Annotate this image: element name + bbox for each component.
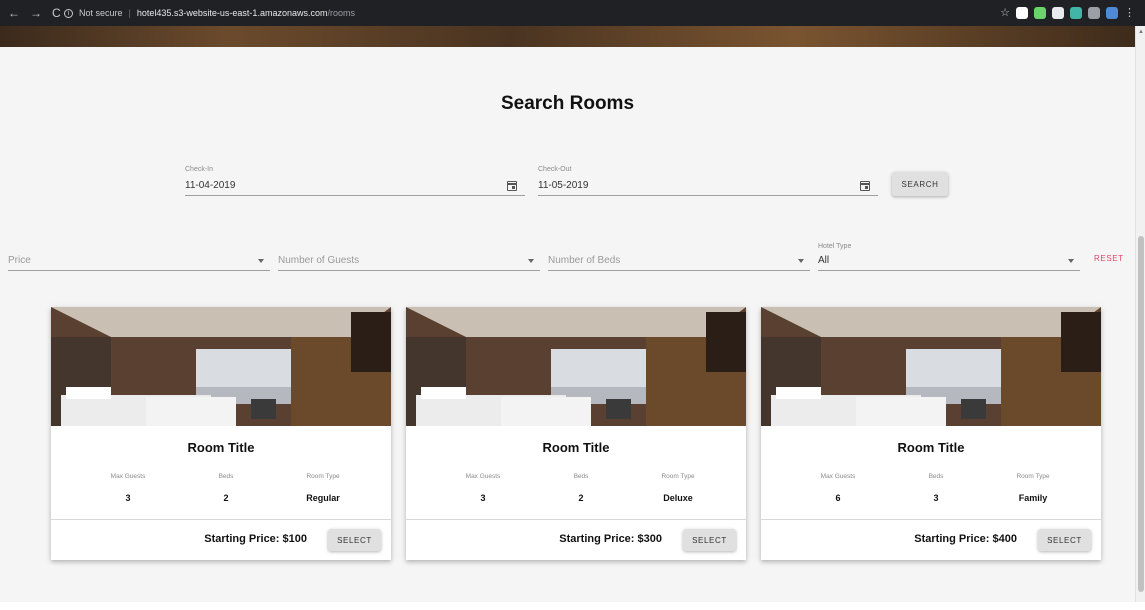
hero-image-strip — [0, 26, 1135, 47]
page-title: Search Rooms — [500, 93, 635, 114]
scroll-up-icon[interactable]: ▲ — [1138, 29, 1144, 35]
room-card: Room Title Max Guests 3 Beds 2 Room Type… — [51, 307, 391, 560]
max-guests-column: Max Guests 3 — [433, 473, 533, 503]
bookmark-star-icon[interactable]: ☆ — [1000, 6, 1010, 19]
hotel-type-label: Hotel Type — [818, 243, 852, 250]
beds-value: 3 — [933, 493, 939, 503]
max-guests-column: Max Guests 6 — [788, 473, 888, 503]
guests-placeholder: Number of Guests — [278, 255, 360, 266]
max-guests-value: 3 — [480, 493, 486, 503]
calendar-icon[interactable] — [507, 181, 517, 191]
select-room-button[interactable]: SELECT — [1038, 529, 1091, 551]
address-separator: | — [128, 8, 131, 18]
extensions-tray: ☆ ⋮ — [1000, 6, 1135, 19]
dropdown-caret-icon — [798, 259, 804, 263]
guests-select[interactable]: Number of Guests — [278, 243, 540, 271]
beds-label: Beds — [218, 473, 234, 480]
room-photo-graphic — [51, 307, 391, 426]
room-card: Room Title Max Guests 6 Beds 3 Room Type… — [761, 307, 1101, 560]
beds-select[interactable]: Number of Beds — [548, 243, 810, 271]
hotel-type-value: All — [818, 255, 830, 266]
room-photo — [406, 307, 746, 426]
search-button[interactable]: SEARCH — [892, 172, 948, 196]
room-type-label: Room Type — [1016, 473, 1050, 480]
url-path: /rooms — [327, 8, 355, 18]
beds-column: Beds 2 — [176, 473, 276, 503]
browser-nav: ← → C — [0, 6, 64, 20]
reset-button[interactable]: RESET — [1094, 254, 1124, 263]
rooms-page: Search Rooms Check-In 11-04-2019 Check-O… — [0, 47, 1135, 602]
room-photo — [761, 307, 1101, 426]
select-room-button[interactable]: SELECT — [328, 529, 381, 551]
room-type-value: Regular — [306, 493, 340, 503]
calendar-icon[interactable] — [860, 181, 870, 191]
room-type-label: Room Type — [306, 473, 340, 480]
starting-price: Starting Price: $300 — [559, 533, 662, 545]
extension-icon[interactable] — [1106, 6, 1118, 19]
extension-icon[interactable] — [1088, 6, 1100, 19]
check-out-field[interactable]: Check-Out 11-05-2019 — [538, 166, 878, 196]
room-type-value: Deluxe — [663, 493, 693, 503]
max-guests-value: 6 — [835, 493, 841, 503]
room-photo-graphic — [761, 307, 1101, 426]
url-host: hotel435.s3-website-us-east-1.amazonaws.… — [136, 8, 328, 18]
beds-placeholder: Number of Beds — [548, 255, 621, 266]
room-type-column: Room Type Regular — [273, 473, 373, 503]
price-select[interactable]: Price — [8, 243, 270, 271]
page-scrollbar[interactable]: ▲ — [1135, 26, 1145, 602]
room-title: Room Title — [897, 440, 965, 455]
room-card: Room Title Max Guests 3 Beds 2 Room Type… — [406, 307, 746, 560]
menu-kebab-icon[interactable]: ⋮ — [1124, 6, 1135, 19]
check-out-label: Check-Out — [538, 166, 572, 173]
extension-icon[interactable] — [1070, 6, 1082, 19]
back-icon[interactable]: ← — [8, 6, 20, 20]
dropdown-caret-icon — [258, 259, 264, 263]
beds-column: Beds 3 — [886, 473, 986, 503]
starting-price: Starting Price: $400 — [914, 533, 1017, 545]
beds-label: Beds — [928, 473, 944, 480]
beds-value: 2 — [223, 493, 229, 503]
max-guests-column: Max Guests 3 — [78, 473, 178, 503]
room-photo-graphic — [406, 307, 746, 426]
starting-price: Starting Price: $100 — [204, 533, 307, 545]
browser-toolbar: ← → C i Not secure | hotel435.s3-website… — [0, 0, 1145, 26]
price-placeholder: Price — [8, 255, 31, 266]
max-guests-label: Max Guests — [820, 473, 856, 480]
room-type-value: Family — [1018, 493, 1048, 503]
max-guests-label: Max Guests — [110, 473, 146, 480]
check-in-field[interactable]: Check-In 11-04-2019 — [185, 166, 525, 196]
extension-icon[interactable] — [1034, 6, 1046, 19]
extension-icon[interactable] — [1052, 6, 1064, 19]
card-divider — [761, 519, 1101, 520]
max-guests-label: Max Guests — [465, 473, 501, 480]
hotel-type-select[interactable]: Hotel Type All — [818, 243, 1080, 271]
reload-icon[interactable]: C — [52, 6, 61, 20]
beds-label: Beds — [573, 473, 589, 480]
room-title: Room Title — [542, 440, 610, 455]
address-bar[interactable]: i Not secure | hotel435.s3-website-us-ea… — [64, 3, 355, 23]
room-type-column: Room Type Family — [983, 473, 1083, 503]
forward-icon[interactable]: → — [30, 6, 42, 20]
card-divider — [51, 519, 391, 520]
check-out-value: 11-05-2019 — [538, 180, 589, 191]
room-type-label: Room Type — [661, 473, 695, 480]
dropdown-caret-icon — [1068, 259, 1074, 263]
check-in-value: 11-04-2019 — [185, 180, 236, 191]
dropdown-caret-icon — [528, 259, 534, 263]
card-divider — [406, 519, 746, 520]
beds-column: Beds 2 — [531, 473, 631, 503]
extension-icon[interactable] — [1016, 6, 1028, 19]
room-type-column: Room Type Deluxe — [628, 473, 728, 503]
address-url: hotel435.s3-website-us-east-1.amazonaws.… — [137, 8, 355, 18]
scrollbar-thumb[interactable] — [1138, 236, 1144, 592]
info-icon[interactable]: i — [64, 8, 73, 18]
beds-value: 2 — [578, 493, 584, 503]
room-photo — [51, 307, 391, 426]
select-room-button[interactable]: SELECT — [683, 529, 736, 551]
room-title: Room Title — [187, 440, 255, 455]
security-label: Not secure — [79, 8, 123, 18]
max-guests-value: 3 — [125, 493, 131, 503]
check-in-label: Check-In — [185, 166, 214, 173]
